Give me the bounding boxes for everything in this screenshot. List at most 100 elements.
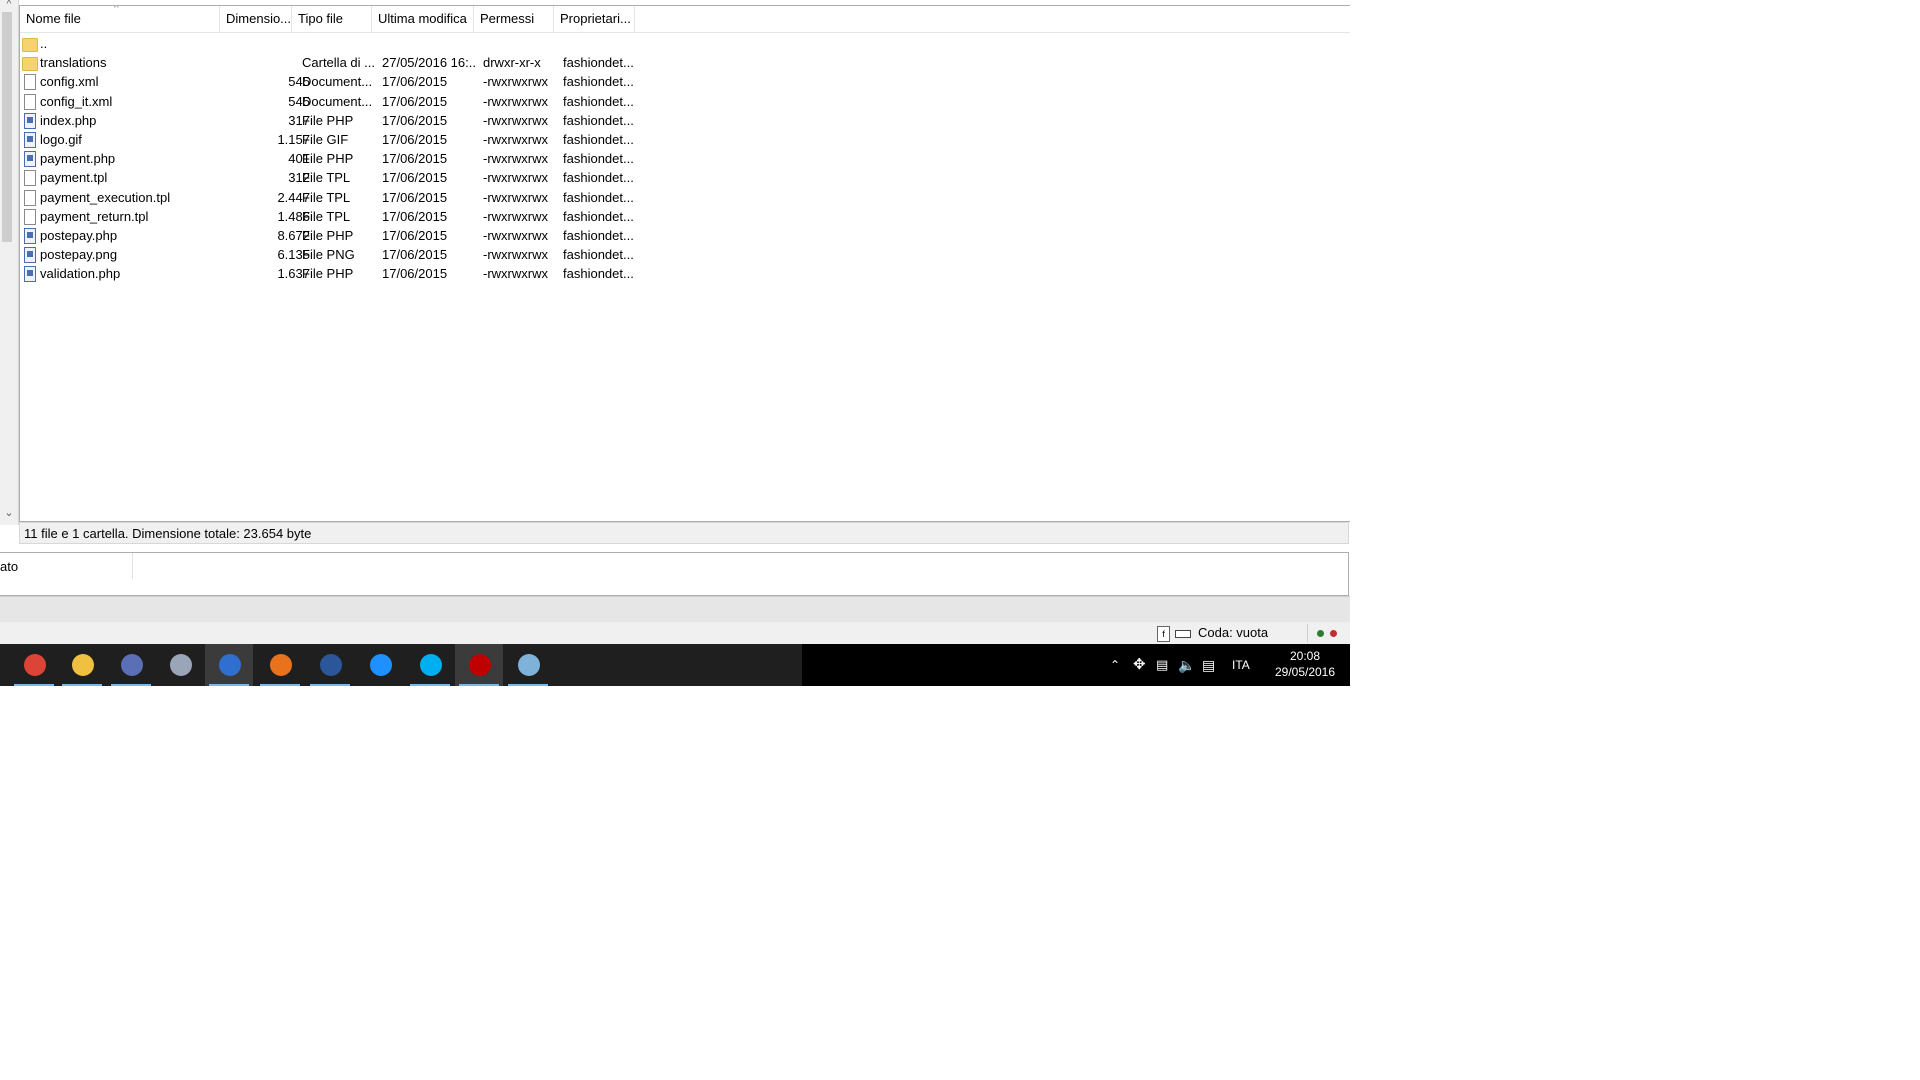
file-name: validation.php (40, 266, 121, 282)
file-modified: 17/06/2015 (382, 131, 448, 147)
file-name: translations (40, 55, 107, 71)
file-name: config.xml (40, 74, 99, 90)
file-size: 2.447 (277, 189, 310, 205)
col-header-filename[interactable]: Nome file ^ (20, 6, 220, 32)
file-owner: fashiondet... (563, 112, 634, 128)
file-icon: f (1157, 626, 1170, 642)
file-name: postepay.php (40, 227, 118, 243)
file-row[interactable]: translations Cartella di ... 27/05/2016 16… (20, 53, 1350, 72)
transfer-log-panel[interactable]: ato (0, 552, 1349, 596)
running-indicator (62, 684, 102, 686)
file-row[interactable]: payment_execution.tpl 2.447 File TPL 17/06/… (20, 188, 1350, 207)
file-list-status: 11 file e 1 cartella. Dimensione totale:… (19, 522, 1349, 544)
file-owner: fashiondet... (563, 55, 634, 71)
document-icon (24, 93, 36, 110)
file-owner: fashiondet... (563, 208, 634, 224)
status-bar: f Coda: vuota (0, 622, 1350, 644)
image-file-icon (24, 247, 36, 264)
file-size: 401 (288, 151, 310, 167)
file-name: payment.php (40, 151, 116, 167)
col-header-size[interactable]: Dimensio... (220, 6, 292, 32)
dropbox-icon[interactable]: ✥ (1133, 644, 1146, 686)
col-header-owner[interactable]: Proprietari... (554, 6, 635, 32)
left-panel-scrollbar[interactable]: ^ ⌄ (0, 0, 19, 525)
document-icon (24, 208, 36, 225)
volume-icon[interactable]: 🔈 (1178, 644, 1195, 686)
action-center-icon[interactable]: ▤ (1202, 644, 1215, 686)
file-modified: 17/06/2015 (382, 189, 448, 205)
file-row[interactable]: logo.gif 1.157 File GIF 17/06/2015 -rwxrwxrw… (20, 130, 1350, 149)
file-row[interactable]: payment.tpl 312 File TPL 17/06/2015 -rwxrwxr… (20, 168, 1350, 187)
moon-app-icon (170, 654, 192, 676)
show-hidden-icons-icon[interactable]: ⌃ (1110, 644, 1120, 686)
taskbar: ⌃ ✥ ▤ 🔈 ▤ ITA 20:08 29/05/2016 (0, 644, 1350, 686)
file-modified: 27/05/2016 16:... (382, 55, 477, 71)
file-size: 1.157 (277, 131, 310, 147)
taskbar-app-internet-explorer[interactable] (356, 644, 404, 686)
taskbar-app-word[interactable] (306, 644, 354, 686)
taskbar-app-notes-app[interactable] (504, 644, 552, 686)
col-header-permissions[interactable]: Permessi (474, 6, 554, 32)
file-type: File GIF (302, 131, 349, 147)
file-row[interactable]: config.xml 545 Document... 17/06/2015 -rwxrw… (20, 72, 1350, 91)
network-icon[interactable]: ▤ (1156, 644, 1168, 686)
file-row[interactable]: postepay.php 8.672 File PHP 17/06/2015 -rwxr… (20, 226, 1350, 245)
file-modified: 17/06/2015 (382, 170, 448, 186)
running-indicator (508, 684, 548, 686)
clock[interactable]: 20:08 29/05/2016 (1270, 648, 1340, 680)
document-icon (24, 170, 36, 187)
file-name: .. (40, 36, 48, 51)
file-owner: fashiondet... (563, 93, 634, 109)
taskbar-app-chrome[interactable] (10, 644, 58, 686)
taskbar-app-network-tool[interactable] (205, 644, 253, 686)
taskbar-app-skype[interactable] (406, 644, 454, 686)
file-size: 545 (288, 74, 310, 90)
col-header-type[interactable]: Tipo file (292, 6, 372, 32)
scroll-down-arrow-icon[interactable]: ⌄ (0, 505, 18, 521)
file-name: postepay.png (40, 247, 118, 263)
col-header-modified[interactable]: Ultima modifica (372, 6, 474, 32)
column-header-row: Nome file ^ Dimensio... Tipo file Ultima… (20, 6, 1350, 33)
taskbar-app-firefox[interactable] (256, 644, 304, 686)
running-indicator (410, 684, 450, 686)
file-row[interactable]: payment_return.tpl 1.486 File TPL 17/06/201… (20, 207, 1350, 226)
file-modified: 17/06/2015 (382, 151, 448, 167)
file-permissions: -rwxrwxrwx (483, 93, 548, 109)
scroll-up-arrow-icon[interactable]: ^ (0, 0, 18, 10)
scrollbar-thumb[interactable] (2, 12, 12, 242)
file-type: File PHP (302, 112, 354, 128)
file-type: File PHP (302, 227, 354, 243)
taskbar-tray-area (802, 644, 1350, 686)
file-permissions: -rwxrwxrwx (483, 227, 548, 243)
file-owner: fashiondet... (563, 151, 634, 167)
file-row[interactable]: index.php 317 File PHP 17/06/2015 -rwxrwxrwx… (20, 111, 1350, 130)
taskbar-app-outlook[interactable] (107, 644, 155, 686)
file-explorer-icon (72, 654, 94, 676)
file-name: payment_execution.tpl (40, 189, 171, 205)
file-permissions: -rwxrwxrwx (483, 266, 548, 282)
file-type: File TPL (302, 170, 351, 186)
file-name: index.php (40, 112, 97, 128)
language-indicator[interactable]: ITA (1232, 644, 1250, 686)
taskbar-app-file-explorer[interactable] (58, 644, 106, 686)
php-file-icon (24, 266, 36, 283)
col-header-filename-label: Nome file (26, 11, 81, 26)
file-row[interactable]: payment.php 401 File PHP 17/06/2015 -rwxrwxr… (20, 149, 1350, 168)
file-owner: fashiondet... (563, 189, 634, 205)
clock-time: 20:08 (1289, 649, 1321, 663)
file-owner: fashiondet... (563, 247, 634, 263)
file-row[interactable]: validation.php 1.637 File PHP 17/06/2015 -rw… (20, 264, 1350, 283)
php-file-icon (24, 151, 36, 168)
file-size: 312 (288, 170, 310, 186)
firefox-icon (270, 654, 292, 676)
taskbar-app-filezilla[interactable] (455, 644, 503, 686)
file-permissions: -rwxrwxrwx (483, 247, 548, 263)
file-type: Document... (302, 93, 373, 109)
file-row[interactable]: config_it.xml 545 Document... 17/06/2015 -rw… (20, 92, 1350, 111)
log-column-divider (132, 553, 133, 579)
file-permissions: -rwxrwxrwx (483, 151, 548, 167)
taskbar-app-moon-app[interactable] (156, 644, 204, 686)
file-row[interactable]: postepay.png 6.135 File PNG 17/06/2015 -rwxr… (20, 245, 1350, 264)
file-row[interactable]: .. (20, 34, 1350, 53)
file-owner: fashiondet... (563, 170, 634, 186)
